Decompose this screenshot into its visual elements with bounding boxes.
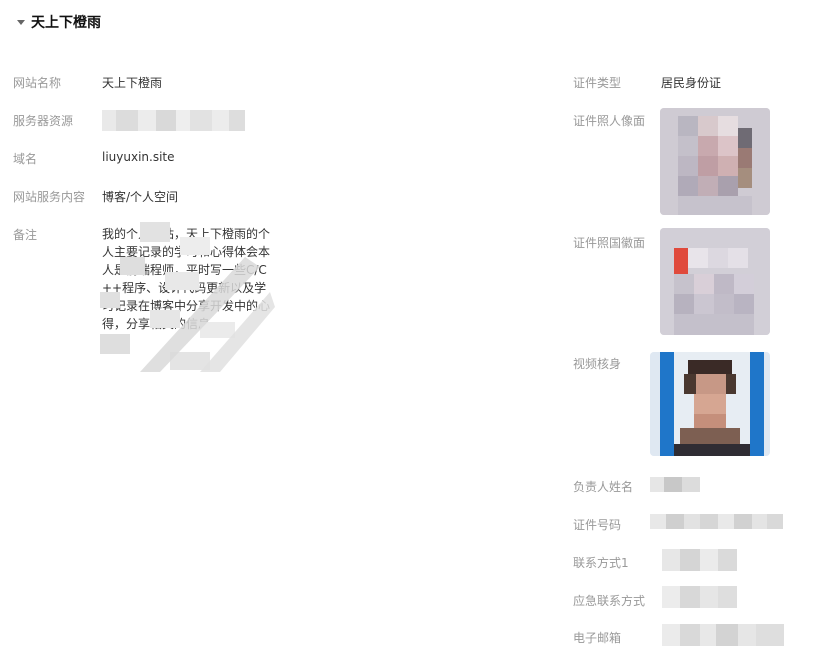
contact1-value-blurred [662,549,737,571]
cert-front-mosaic [660,108,770,215]
cert-back-label: 证件照国徽面 [573,236,646,250]
cert-front-image[interactable] [660,108,770,215]
cert-front-label: 证件照人像面 [573,114,646,128]
cert-back-image[interactable] [660,228,770,335]
cert-no-value-blurred [650,514,783,529]
cert-no-label: 证件号码 [573,518,622,532]
domain-value: liuyuxin.site [102,150,175,164]
caret-down-icon [17,19,25,25]
site-name-value: 天上下橙雨 [102,76,163,90]
person-name-value-blurred [650,477,700,492]
email-label: 电子邮箱 [573,631,622,645]
site-name-label: 网站名称 [13,76,62,90]
video-label: 视频核身 [573,357,622,371]
section-toggle[interactable]: 天上下橙雨 [17,12,101,32]
domain-label: 域名 [13,152,38,166]
emergency-contact-value-blurred [662,586,737,608]
cert-back-mosaic [660,228,770,335]
content-value: 博客/个人空间 [102,190,179,204]
content-label: 网站服务内容 [13,190,86,204]
video-mosaic [650,352,770,456]
emergency-contact-label: 应急联系方式 [573,594,646,608]
email-value-blurred [662,624,784,646]
cert-type-value: 居民身份证 [661,76,722,90]
video-image[interactable] [650,352,770,456]
section-title: 天上下橙雨 [31,15,101,31]
remark-mosaic-overlay [100,222,275,372]
contact1-label: 联系方式1 [573,556,629,570]
person-name-label: 负责人姓名 [573,480,634,494]
cert-type-label: 证件类型 [573,76,622,90]
remark-label: 备注 [13,228,38,242]
server-label: 服务器资源 [13,114,74,128]
server-value-blurred [102,110,245,131]
